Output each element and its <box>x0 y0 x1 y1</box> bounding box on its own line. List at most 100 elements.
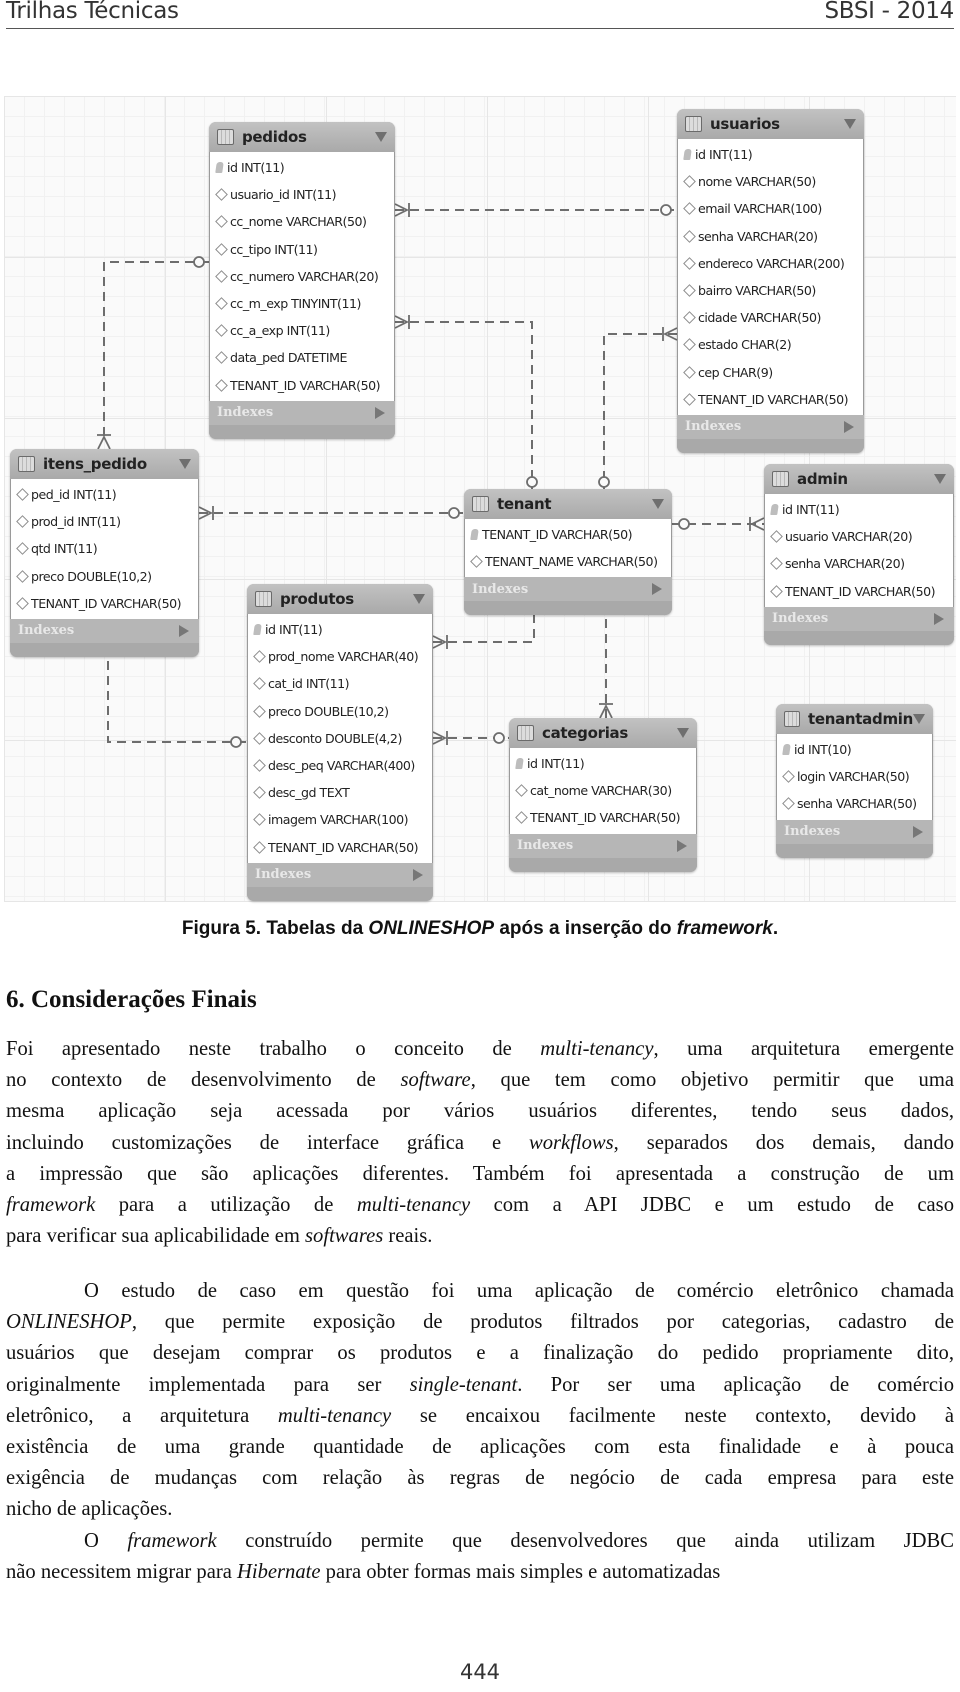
table-admin[interactable]: admin id INT(11) usuario VARCHAR(20) senha … <box>764 464 954 645</box>
expand-arrow-icon[interactable] <box>844 420 854 433</box>
column-text: TENANT_NAME VARCHAR(50) <box>485 554 658 570</box>
table-header[interactable]: pedidos <box>209 122 395 152</box>
column-text: nome VARCHAR(50) <box>698 174 816 190</box>
table-footer <box>464 601 672 616</box>
column-row: id INT(11) <box>248 616 432 643</box>
table-name: itens_pedido <box>43 455 147 473</box>
text-line: nicho de aplicações. <box>6 1494 954 1525</box>
indexes-section[interactable]: Indexes <box>509 833 697 858</box>
table-pedidos[interactable]: pedidos id INT(11) usuario_id INT(11) cc_no… <box>209 122 395 439</box>
column-diamond-icon <box>253 677 266 691</box>
table-icon <box>772 471 789 487</box>
table-tenant[interactable]: tenant TENANT_ID VARCHAR(50) TENANT_NAME V… <box>464 489 672 616</box>
table-header[interactable]: tenant <box>464 489 672 519</box>
column-diamond-icon <box>770 530 783 544</box>
column-text: senha VARCHAR(20) <box>698 228 818 244</box>
column-row: preco DOUBLE(10,2) <box>11 563 198 590</box>
collapse-arrow-icon[interactable] <box>677 728 689 738</box>
collapse-arrow-icon[interactable] <box>652 499 664 509</box>
table-icon <box>217 129 234 145</box>
text-segment: Foi apresentado neste trabalho o conceit… <box>6 1038 541 1060</box>
column-text: prod_id INT(11) <box>31 514 121 530</box>
collapse-arrow-icon[interactable] <box>913 714 925 724</box>
column-text: cc_numero VARCHAR(20) <box>230 268 379 284</box>
expand-arrow-icon[interactable] <box>375 406 385 419</box>
column-list: id INT(11) prod_nome VARCHAR(40) cat_id IN… <box>247 614 433 863</box>
collapse-arrow-icon[interactable] <box>934 474 946 484</box>
collapse-arrow-icon[interactable] <box>413 594 425 604</box>
emphasis-text: software <box>400 1069 471 1092</box>
column-diamond-icon <box>782 770 795 784</box>
table-tenantadmin[interactable]: tenantadmin id INT(10) login VARCHAR(50) se… <box>776 704 933 858</box>
table-itens-pedido[interactable]: itens_pedido ped_id INT(11) prod_id INT(11… <box>10 449 199 657</box>
text-line: O framework construído permite que desen… <box>6 1526 954 1557</box>
indexes-section[interactable]: Indexes <box>247 862 433 887</box>
column-row: id INT(11) <box>678 141 863 168</box>
indexes-section[interactable]: Indexes <box>10 618 199 643</box>
table-footer <box>247 886 433 901</box>
indexes-section[interactable]: Indexes <box>677 414 864 439</box>
text-line: O estudo de caso em questão foi uma apli… <box>6 1276 954 1307</box>
table-header[interactable]: categorias <box>509 718 697 748</box>
table-icon <box>784 711 800 727</box>
column-text: id INT(11) <box>782 502 840 518</box>
expand-arrow-icon[interactable] <box>179 624 189 637</box>
text-line: para verificar sua aplicabilidade em sof… <box>6 1221 954 1252</box>
column-text: desconto DOUBLE(4,2) <box>268 730 402 746</box>
text-segment: usuários que desejam comprar os produtos… <box>6 1342 954 1365</box>
indexes-label: Indexes <box>517 838 574 854</box>
indexes-section[interactable]: Indexes <box>209 400 395 425</box>
expand-arrow-icon[interactable] <box>934 612 944 625</box>
column-row: usuario_id INT(11) <box>210 181 394 208</box>
figure-caption: Figura 5. Tabelas da ONLINESHOP após a i… <box>0 918 960 940</box>
column-diamond-icon <box>253 840 266 854</box>
column-text: TENANT_ID VARCHAR(50) <box>482 527 633 543</box>
indexes-section[interactable]: Indexes <box>776 819 933 844</box>
column-row: cep CHAR(9) <box>678 359 863 386</box>
emphasis-text: framework <box>6 1194 96 1217</box>
table-produtos[interactable]: produtos id INT(11) prod_nome VARCHAR(40) c… <box>247 584 433 901</box>
column-list: id INT(11) usuario_id INT(11) cc_nome VARC… <box>209 152 395 401</box>
emphasis-text: multi-tenancy <box>277 1404 392 1427</box>
table-header[interactable]: admin <box>764 464 954 494</box>
table-header[interactable]: itens_pedido <box>10 449 199 479</box>
column-text: prod_nome VARCHAR(40) <box>268 649 419 665</box>
column-text: id INT(11) <box>227 160 285 176</box>
column-diamond-icon <box>683 338 696 352</box>
indexes-section[interactable]: Indexes <box>464 577 672 602</box>
column-diamond-icon <box>683 256 696 270</box>
column-text: usuario_id INT(11) <box>230 187 337 203</box>
collapse-arrow-icon[interactable] <box>844 119 856 129</box>
column-list: id INT(11) nome VARCHAR(50) email VARCHAR(… <box>677 139 864 415</box>
collapse-arrow-icon[interactable] <box>179 459 191 469</box>
column-text: cat_nome VARCHAR(30) <box>530 783 672 799</box>
table-header[interactable]: usuarios <box>677 109 864 139</box>
column-text: data_ped DATETIME <box>230 350 347 366</box>
text-segment: O <box>84 1530 128 1552</box>
text-line: exigência de mudanças com relação às reg… <box>6 1463 954 1494</box>
column-diamond-icon <box>215 324 228 338</box>
indexes-section[interactable]: Indexes <box>764 606 954 631</box>
expand-arrow-icon[interactable] <box>677 839 687 852</box>
table-header[interactable]: produtos <box>247 584 433 614</box>
column-text: cc_a_exp INT(11) <box>230 323 330 339</box>
table-header[interactable]: tenantadmin <box>776 704 933 734</box>
text-segment: para verificar sua aplicabilidade em <box>6 1225 306 1248</box>
column-row: TENANT_ID VARCHAR(50) <box>765 578 953 605</box>
optional-one-marker <box>448 507 460 519</box>
expand-arrow-icon[interactable] <box>913 825 923 838</box>
expand-arrow-icon[interactable] <box>652 583 662 596</box>
table-categorias[interactable]: categorias id INT(11) cat_nome VARCHAR(30)… <box>509 718 697 872</box>
text-line: mesma aplicação seja acessada por vários… <box>6 1096 954 1127</box>
column-text: cc_m_exp TINYINT(11) <box>230 296 361 312</box>
crows-foot-many-marker <box>97 434 111 450</box>
column-diamond-icon <box>16 569 29 583</box>
column-list: TENANT_ID VARCHAR(50) TENANT_NAME VARCHAR… <box>464 519 672 578</box>
table-name: tenant <box>497 495 552 513</box>
column-text: preco DOUBLE(10,2) <box>31 568 152 584</box>
column-row: cc_numero VARCHAR(20) <box>210 263 394 290</box>
table-usuarios[interactable]: usuarios id INT(11) nome VARCHAR(50) email … <box>677 109 864 453</box>
column-diamond-icon <box>215 188 228 202</box>
expand-arrow-icon[interactable] <box>413 868 423 881</box>
collapse-arrow-icon[interactable] <box>375 132 387 142</box>
